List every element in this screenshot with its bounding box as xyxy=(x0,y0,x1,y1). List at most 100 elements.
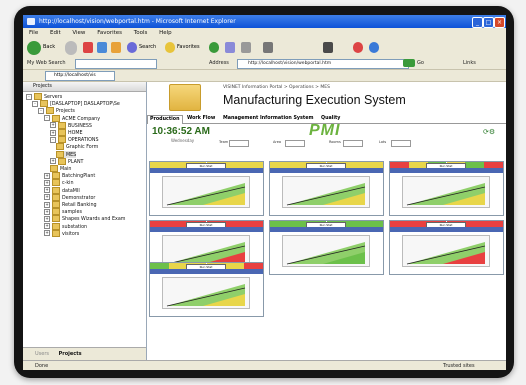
folder-icon xyxy=(52,179,60,187)
expand-icon[interactable]: + xyxy=(44,215,50,222)
expand-icon[interactable]: + xyxy=(50,122,56,129)
expand-icon[interactable]: + xyxy=(44,187,50,194)
tree-item[interactable]: - Servers xyxy=(26,93,62,100)
tree-item[interactable]: + dataMII xyxy=(44,186,80,194)
clock-time: 10:36:52 AM xyxy=(152,126,210,137)
tree-item[interactable]: Graphic Form xyxy=(56,143,98,151)
tree-item[interactable]: + BUSINESS xyxy=(50,121,92,129)
refresh-icon[interactable] xyxy=(97,42,107,53)
tree-item[interactable]: Main xyxy=(50,165,71,172)
tree-item[interactable]: MES xyxy=(56,150,77,158)
expand-icon[interactable]: + xyxy=(44,230,50,237)
stop-icon[interactable] xyxy=(83,42,93,53)
production-panel[interactable]: Run Stat xyxy=(149,262,264,317)
tab-users[interactable]: Users xyxy=(35,351,49,357)
folder-icon xyxy=(52,215,60,223)
menu-view[interactable]: View xyxy=(72,30,85,36)
menu-edit[interactable]: Edit xyxy=(50,30,61,36)
history-icon[interactable] xyxy=(209,42,219,53)
tree-item[interactable]: + Shapes Wizards and Exam xyxy=(44,215,125,223)
search-icon[interactable] xyxy=(127,42,137,53)
filter-row: Team Area Rooms Lots xyxy=(219,140,419,147)
print-icon[interactable] xyxy=(241,42,251,53)
trend-chart xyxy=(166,183,246,206)
folder-icon xyxy=(52,229,60,237)
filter-rooms-select[interactable] xyxy=(343,140,363,147)
tab-projects[interactable]: Projects xyxy=(59,351,82,357)
browser-window: http://localhost/vision/webportal.htm - … xyxy=(23,15,506,370)
back-label: Back xyxy=(43,44,56,50)
minimize-button[interactable]: _ xyxy=(472,17,483,28)
filter-area-select[interactable] xyxy=(285,140,305,147)
expand-icon[interactable]: + xyxy=(50,129,56,136)
tree-item[interactable]: + HOME xyxy=(50,129,83,136)
menu-tools[interactable]: Tools xyxy=(134,30,148,36)
tree-item[interactable]: - ACME Company xyxy=(44,114,100,122)
folder-icon xyxy=(58,157,66,165)
tree-item[interactable]: + c-kin xyxy=(44,179,74,187)
tree-item[interactable]: + substation xyxy=(44,222,87,230)
tree-item[interactable]: + PLANT xyxy=(50,157,83,165)
tree-item[interactable]: - Projects xyxy=(38,107,75,115)
tree-item[interactable]: + Demonstrator xyxy=(44,193,95,201)
research-icon[interactable] xyxy=(323,42,333,53)
secondary-address-input[interactable]: http://localhost/vis xyxy=(45,71,115,81)
folder-icon xyxy=(58,129,66,136)
trend-chart xyxy=(406,183,486,206)
favorites-icon[interactable] xyxy=(165,42,175,53)
production-panel[interactable]: Run Stat xyxy=(269,220,384,275)
tool-icon[interactable] xyxy=(369,42,379,53)
tree-item[interactable]: + samples xyxy=(44,208,82,216)
messenger-icon[interactable] xyxy=(353,42,363,53)
tree-item[interactable]: + visitors xyxy=(44,229,79,237)
back-button[interactable] xyxy=(27,41,41,55)
menu-help[interactable]: Help xyxy=(159,30,172,36)
expand-icon[interactable]: + xyxy=(44,194,50,201)
production-panel[interactable]: Run Stat xyxy=(389,161,504,216)
expand-icon[interactable]: + xyxy=(44,208,50,215)
close-button[interactable]: × xyxy=(494,17,505,28)
collapse-icon[interactable]: - xyxy=(26,93,32,100)
expand-icon[interactable]: + xyxy=(44,172,50,179)
filter-rooms-label: Rooms xyxy=(329,140,341,144)
tab-management-information-system[interactable]: Management Information System xyxy=(221,115,315,123)
tab-work-flow[interactable]: Work Flow xyxy=(185,115,217,123)
production-panel[interactable]: Run Stat xyxy=(149,161,264,216)
filter-lots-select[interactable] xyxy=(391,140,411,147)
filter-team-label: Team xyxy=(219,140,229,144)
expand-icon[interactable]: + xyxy=(50,158,56,165)
panel-subheader xyxy=(150,168,263,173)
production-panel[interactable]: Run Stat xyxy=(269,161,384,216)
panel-chart xyxy=(402,176,490,208)
tab-production[interactable]: Production xyxy=(147,115,183,124)
expand-icon[interactable]: + xyxy=(44,223,50,230)
address-input[interactable]: http://localhost/vision/webportal.htm xyxy=(237,59,409,69)
clock-day: Wednesday xyxy=(171,138,195,143)
production-panel[interactable]: Run Stat xyxy=(389,220,504,275)
links-label[interactable]: Links xyxy=(463,58,476,69)
expand-icon[interactable]: + xyxy=(44,179,50,186)
forward-button[interactable] xyxy=(65,41,77,55)
tree-item[interactable]: + Retail Banking xyxy=(44,201,97,208)
favorites-label: Favorites xyxy=(177,44,200,50)
menu-file[interactable]: File xyxy=(29,30,38,36)
collapse-icon[interactable]: - xyxy=(38,107,44,114)
mail-icon[interactable] xyxy=(225,42,235,53)
filter-team-select[interactable] xyxy=(229,140,249,147)
tree-item[interactable]: + BatchingPlant xyxy=(44,172,95,180)
folder-icon xyxy=(52,114,60,122)
folder-icon xyxy=(34,93,42,100)
settings-icon[interactable]: ⟳⚙ xyxy=(483,128,495,136)
home-icon[interactable] xyxy=(111,42,121,53)
edit-icon[interactable] xyxy=(263,42,273,53)
tree-item[interactable]: - OPERATIONS xyxy=(50,136,99,144)
maximize-button[interactable]: □ xyxy=(483,17,494,28)
web-search-input[interactable] xyxy=(75,59,157,69)
go-icon[interactable] xyxy=(403,59,415,67)
collapse-icon[interactable]: - xyxy=(50,136,56,143)
collapse-icon[interactable]: - xyxy=(44,115,50,122)
tree-item[interactable]: - [DASLAPTOP] DASLAPTOP\Se xyxy=(32,100,120,108)
expand-icon[interactable]: + xyxy=(44,201,50,208)
menu-favorites[interactable]: Favorites xyxy=(97,30,122,36)
collapse-icon[interactable]: - xyxy=(32,100,38,107)
